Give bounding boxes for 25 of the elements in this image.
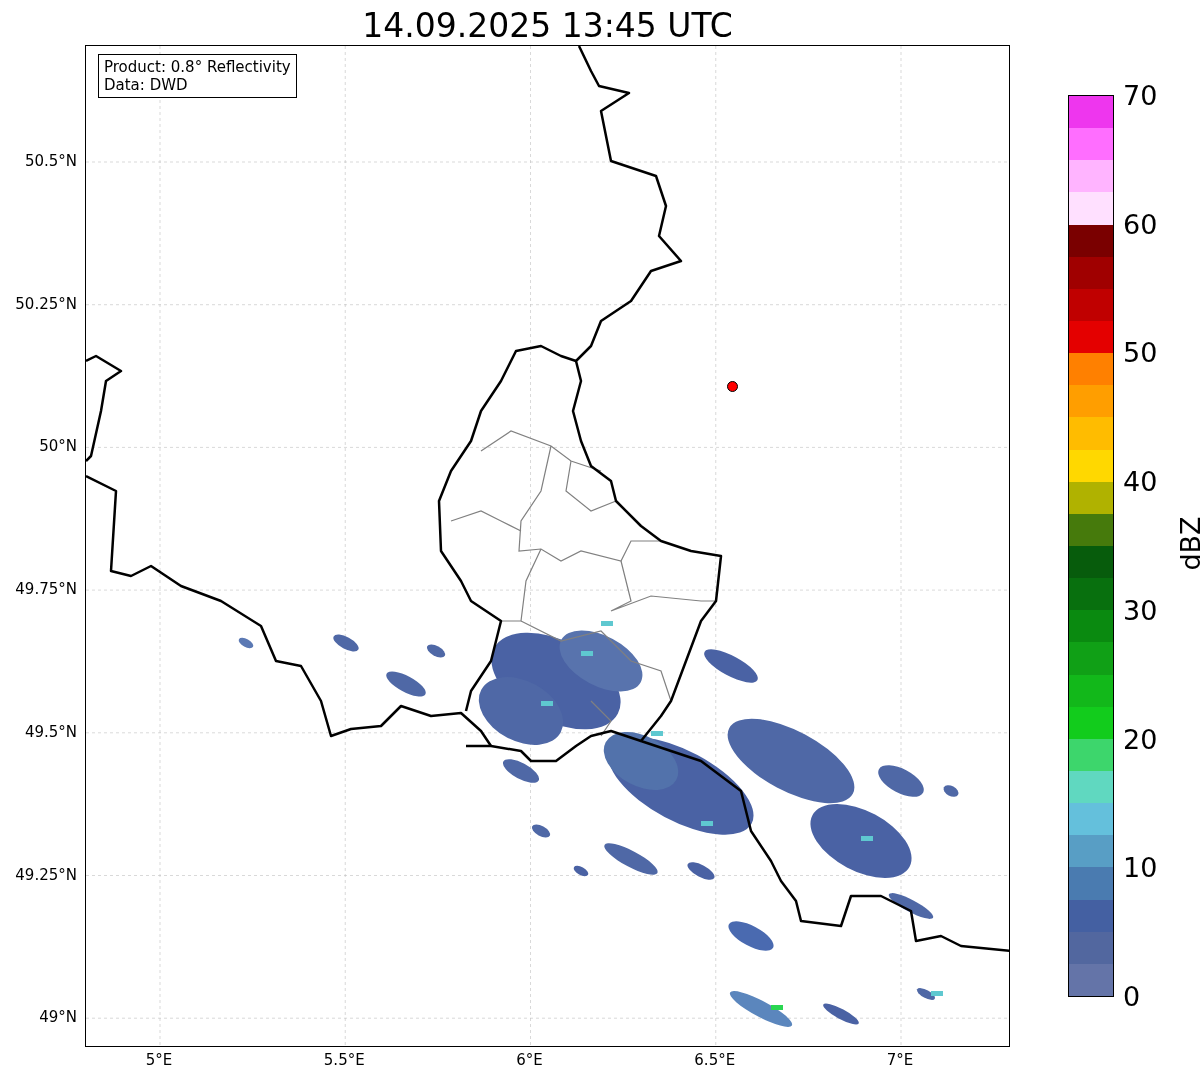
latitude-label: 50.25°N xyxy=(15,296,77,312)
colorbar-tick-label: 10 xyxy=(1123,853,1158,881)
longitude-label: 6°E xyxy=(516,1053,543,1068)
colorbar-tick-label: 70 xyxy=(1123,81,1158,109)
longitude-label: 7°E xyxy=(886,1053,914,1068)
latitude-label: 50°N xyxy=(39,438,77,454)
colorbar-tick-label: 50 xyxy=(1123,338,1158,366)
colorbar-label: dBZ xyxy=(1176,516,1202,571)
colorbar-tick-label: 40 xyxy=(1123,467,1158,495)
colorbar-tick-label: 20 xyxy=(1123,725,1158,753)
longitude-label: 6.5°E xyxy=(694,1053,736,1068)
chart-title: 14.09.2025 13:45 UTC xyxy=(362,9,733,45)
latitude-label: 49.25°N xyxy=(15,867,77,882)
colorbar-tick-label: 0 xyxy=(1123,982,1141,1010)
colorbar-tick-label: 60 xyxy=(1123,210,1158,238)
latitude-label: 49.5°N xyxy=(24,724,77,740)
latitude-label: 50.5°N xyxy=(24,153,77,169)
longitude-label: 5.5°E xyxy=(323,1053,365,1068)
info-text: Product: 0.8° Reflectivity xyxy=(104,58,291,76)
latitude-label: 49.75°N xyxy=(15,581,77,597)
latitude-label: 49°N xyxy=(39,1009,77,1025)
longitude-label: 5°E xyxy=(145,1053,173,1068)
info-text: Data: DWD xyxy=(104,76,189,94)
colorbar-tick-label: 30 xyxy=(1123,596,1158,624)
map-marker xyxy=(727,381,738,392)
